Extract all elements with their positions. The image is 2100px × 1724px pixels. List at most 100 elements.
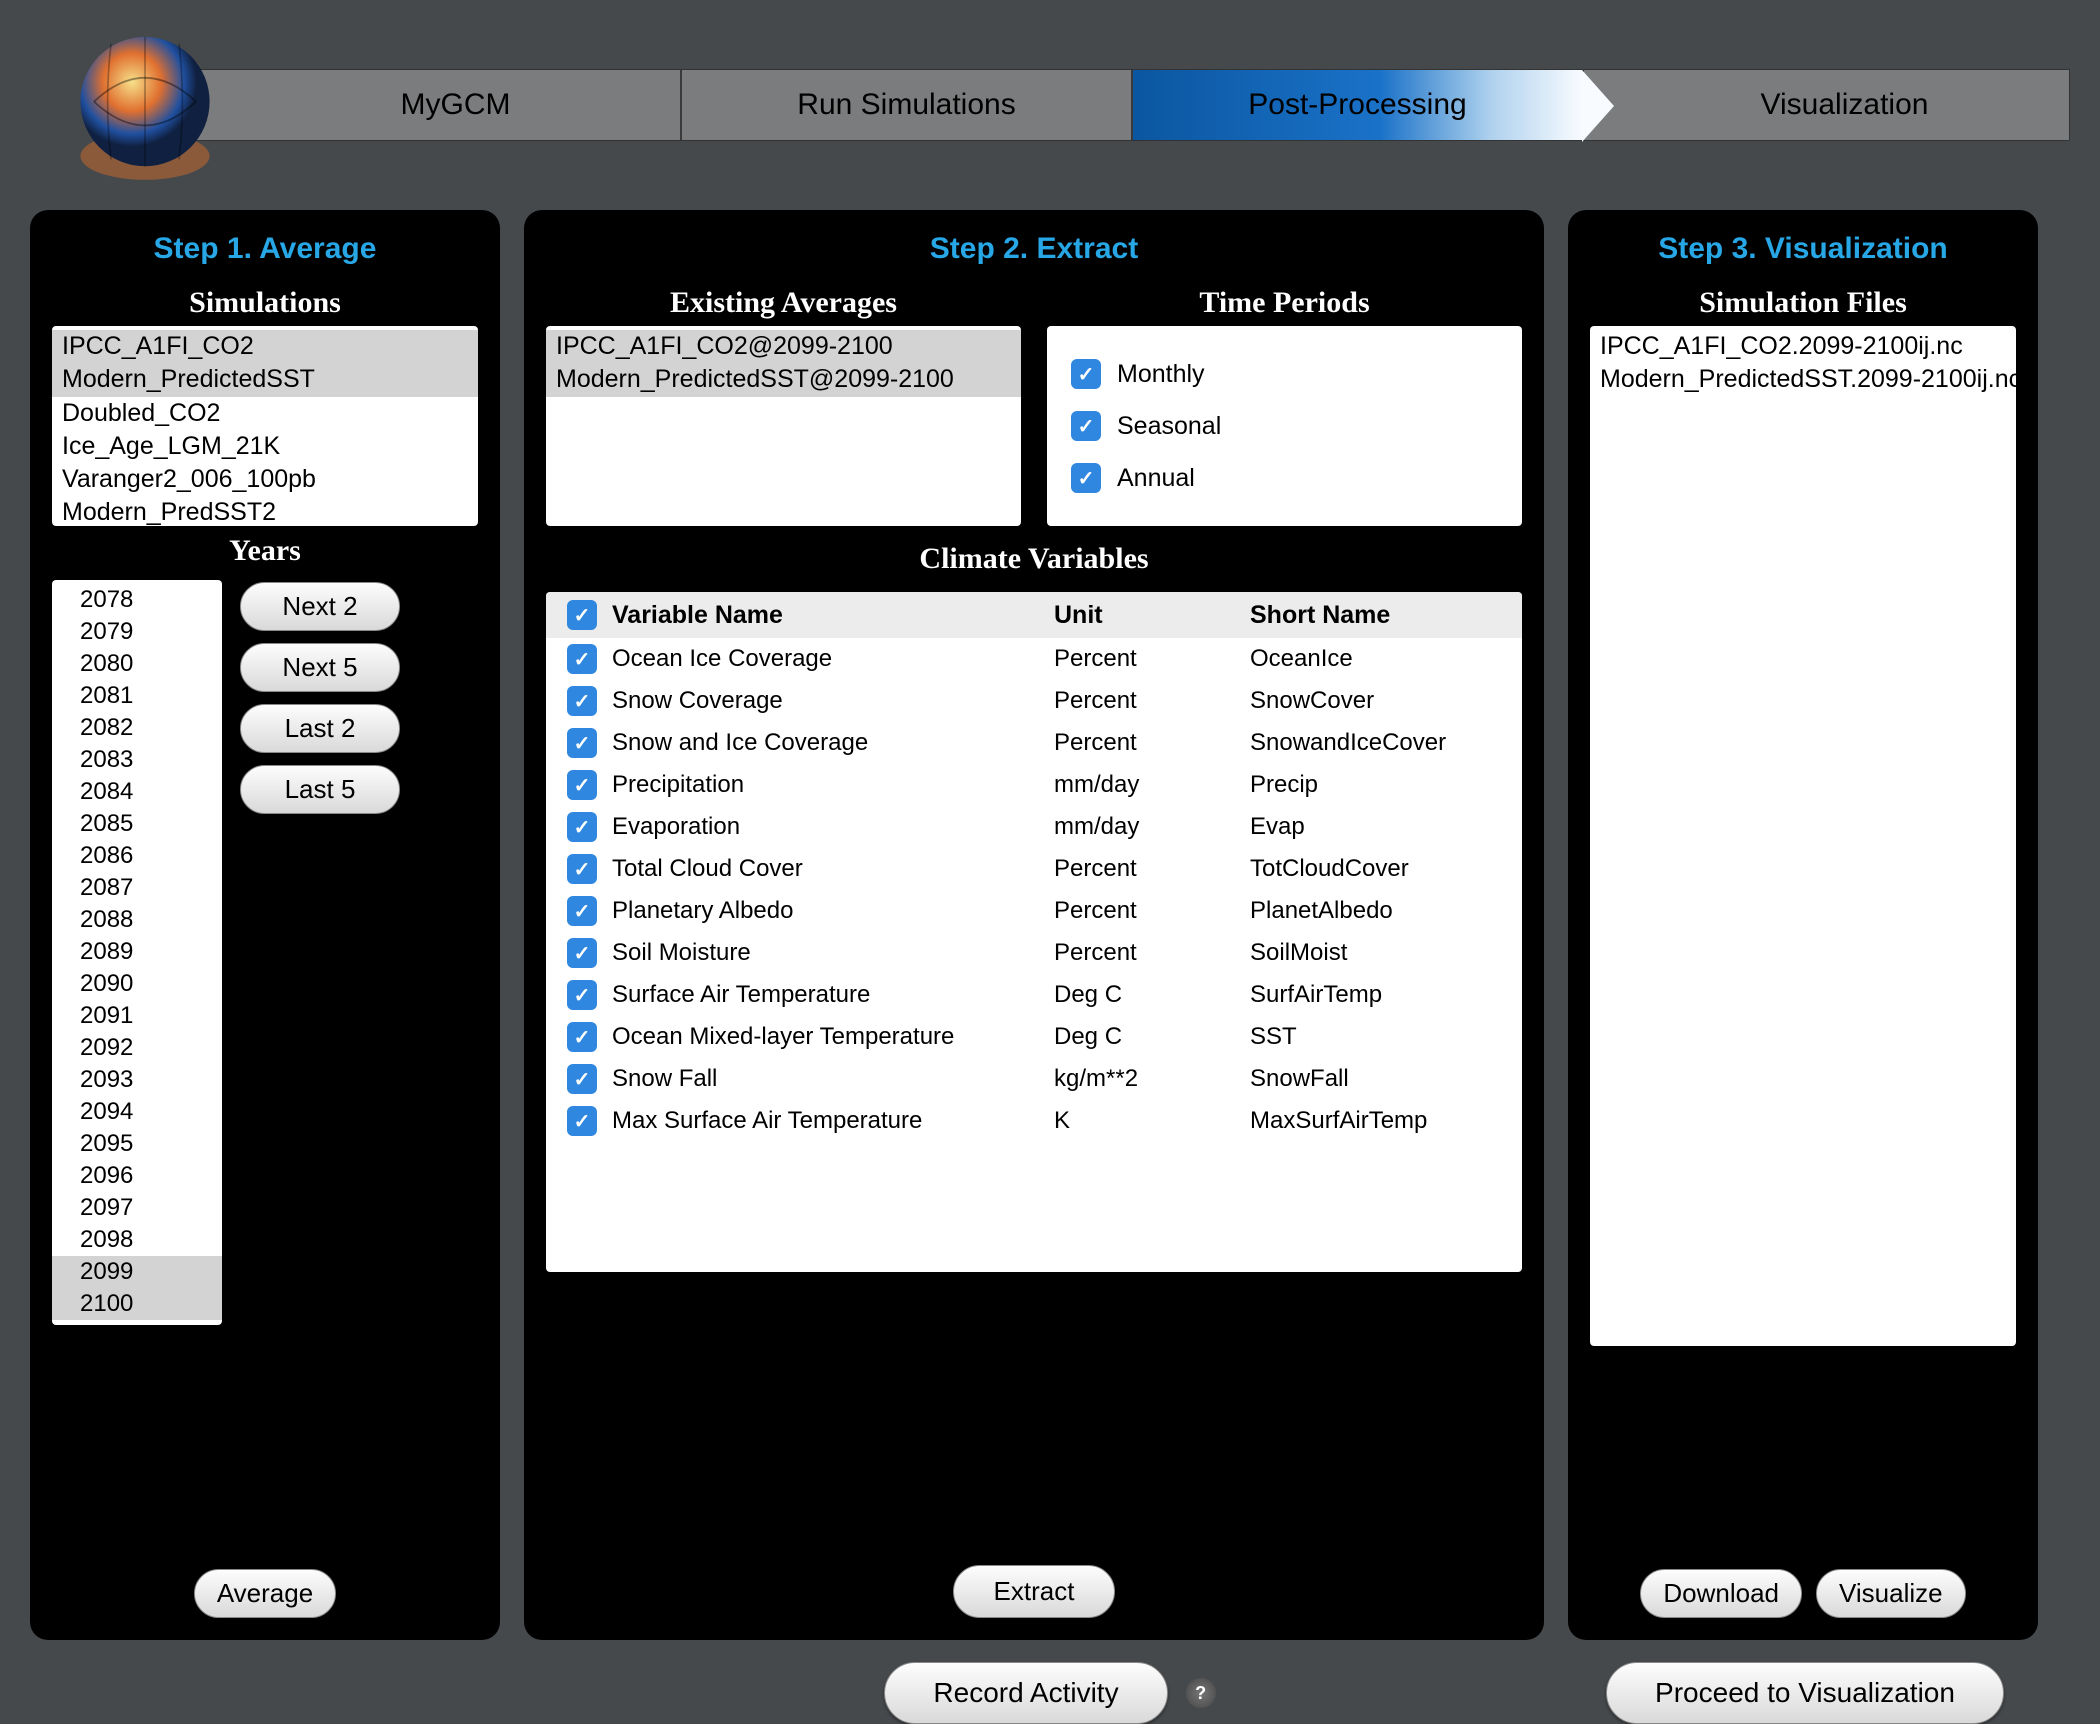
list-item[interactable]: 2097 xyxy=(52,1192,222,1224)
variable-unit: Percent xyxy=(1054,729,1244,757)
list-item[interactable]: Doubled_CO2 xyxy=(52,397,478,430)
next-5-button[interactable]: Next 5 xyxy=(240,643,400,692)
variable-unit: Percent xyxy=(1054,897,1244,925)
next-2-button[interactable]: Next 2 xyxy=(240,582,400,631)
list-item[interactable]: 2096 xyxy=(52,1160,222,1192)
nav-mygcm[interactable]: MyGCM xyxy=(171,70,682,140)
visualize-button[interactable]: Visualize xyxy=(1816,1569,1966,1618)
variable-unit: kg/m**2 xyxy=(1054,1065,1244,1093)
variable-unit: Percent xyxy=(1054,855,1244,883)
variable-short: PlanetAlbedo xyxy=(1250,897,1510,925)
list-item[interactable]: Ice_Age_LGM_21K xyxy=(52,430,478,463)
select-all-checkbox[interactable]: ✓ xyxy=(567,600,597,630)
checkbox[interactable]: ✓ xyxy=(567,728,597,758)
list-item[interactable]: 2094 xyxy=(52,1096,222,1128)
checkbox[interactable]: ✓ xyxy=(567,854,597,884)
download-button[interactable]: Download xyxy=(1640,1569,1802,1618)
variable-name: Total Cloud Cover xyxy=(612,855,1048,883)
average-button[interactable]: Average xyxy=(194,1569,336,1618)
list-item[interactable]: 2100 xyxy=(52,1288,222,1320)
list-item[interactable]: IPCC_A1FI_CO2 xyxy=(52,330,478,363)
time-period-label: Monthly xyxy=(1117,360,1205,389)
list-item[interactable]: Varanger2_006_100pb xyxy=(52,463,478,496)
variable-name: Ocean Mixed-layer Temperature xyxy=(612,1023,1048,1051)
variable-name: Evaporation xyxy=(612,813,1048,841)
panel-step1: Step 1. Average Simulations IPCC_A1FI_CO… xyxy=(30,210,500,1640)
last-2-button[interactable]: Last 2 xyxy=(240,704,400,753)
existing-averages-list[interactable]: IPCC_A1FI_CO2@2099-2100Modern_PredictedS… xyxy=(546,326,1021,526)
checkbox[interactable]: ✓ xyxy=(567,812,597,842)
list-item[interactable]: Modern_PredictedSST@2099-2100 xyxy=(546,363,1021,396)
list-item[interactable]: 2099 xyxy=(52,1256,222,1288)
list-item[interactable]: 2093 xyxy=(52,1064,222,1096)
list-item[interactable]: IPCC_A1FI_CO2@2099-2100 xyxy=(546,330,1021,363)
list-item[interactable]: 2092 xyxy=(52,1032,222,1064)
variable-name: Snow and Ice Coverage xyxy=(612,729,1048,757)
panel-step3: Step 3. Visualization Simulation Files I… xyxy=(1568,210,2038,1640)
variable-name: Ocean Ice Coverage xyxy=(612,645,1048,673)
list-item[interactable]: Modern_PredSST2 xyxy=(52,496,478,526)
checkbox[interactable]: ✓ xyxy=(1071,463,1101,493)
variable-short: Evap xyxy=(1250,813,1510,841)
list-item[interactable]: Modern_PredictedSST xyxy=(52,363,478,396)
extract-button[interactable]: Extract xyxy=(953,1565,1116,1618)
variable-unit: K xyxy=(1054,1107,1244,1135)
list-item[interactable]: 2088 xyxy=(52,904,222,936)
variable-unit: mm/day xyxy=(1054,771,1244,799)
variables-header-row: ✓ Variable Name Unit Short Name xyxy=(546,592,1522,638)
list-item[interactable]: Modern_PredictedSST.2099-2100ij.nc xyxy=(1590,363,2016,396)
list-item[interactable]: 2089 xyxy=(52,936,222,968)
checkbox[interactable]: ✓ xyxy=(567,644,597,674)
list-item[interactable]: 2081 xyxy=(52,680,222,712)
checkbox[interactable]: ✓ xyxy=(567,686,597,716)
nav-run-simulations[interactable]: Run Simulations xyxy=(682,70,1133,140)
variable-name: Soil Moisture xyxy=(612,939,1048,967)
checkbox[interactable]: ✓ xyxy=(567,1106,597,1136)
checkbox[interactable]: ✓ xyxy=(567,896,597,926)
list-item[interactable]: 2090 xyxy=(52,968,222,1000)
list-item[interactable]: 2098 xyxy=(52,1224,222,1256)
last-5-button[interactable]: Last 5 xyxy=(240,765,400,814)
list-item[interactable]: 2087 xyxy=(52,872,222,904)
nav-visualization[interactable]: Visualization xyxy=(1584,70,2069,140)
help-icon[interactable]: ? xyxy=(1186,1678,1216,1708)
variable-unit: Deg C xyxy=(1054,981,1244,1009)
variable-name: Snow Coverage xyxy=(612,687,1048,715)
list-item[interactable]: 2082 xyxy=(52,712,222,744)
record-activity-button[interactable]: Record Activity xyxy=(884,1662,1167,1724)
list-item[interactable]: 2091 xyxy=(52,1000,222,1032)
variable-short: SnowFall xyxy=(1250,1065,1510,1093)
list-item[interactable]: 2079 xyxy=(52,616,222,648)
variable-unit: Percent xyxy=(1054,687,1244,715)
col-variable-name: Variable Name xyxy=(612,601,1048,630)
panel-step2: Step 2. Extract Existing Averages IPCC_A… xyxy=(524,210,1544,1640)
simulation-files-list[interactable]: IPCC_A1FI_CO2.2099-2100ij.ncModern_Predi… xyxy=(1590,326,2016,1346)
list-item[interactable]: 2078 xyxy=(52,584,222,616)
nav-post-processing[interactable]: Post-Processing xyxy=(1133,70,1584,140)
proceed-to-visualization-button[interactable]: Proceed to Visualization xyxy=(1606,1662,2004,1724)
list-item[interactable]: 2086 xyxy=(52,840,222,872)
checkbox[interactable]: ✓ xyxy=(1071,359,1101,389)
variable-name: Planetary Albedo xyxy=(612,897,1048,925)
list-item[interactable]: 2084 xyxy=(52,776,222,808)
list-item[interactable]: 2080 xyxy=(52,648,222,680)
checkbox[interactable]: ✓ xyxy=(567,938,597,968)
checkbox[interactable]: ✓ xyxy=(567,980,597,1010)
years-list[interactable]: 2078207920802081208220832084208520862087… xyxy=(52,580,222,1325)
checkbox[interactable]: ✓ xyxy=(1071,411,1101,441)
table-row: ✓Ocean Ice CoveragePercentOceanIce xyxy=(546,638,1522,680)
table-row: ✓Snow and Ice CoveragePercentSnowandIceC… xyxy=(546,722,1522,764)
list-item[interactable]: 2095 xyxy=(52,1128,222,1160)
list-item[interactable]: 2085 xyxy=(52,808,222,840)
time-period-label: Annual xyxy=(1117,464,1195,493)
time-period-label: Seasonal xyxy=(1117,412,1221,441)
checkbox[interactable]: ✓ xyxy=(567,1064,597,1094)
checkbox[interactable]: ✓ xyxy=(567,770,597,800)
checkbox[interactable]: ✓ xyxy=(567,1022,597,1052)
table-row: ✓Surface Air TemperatureDeg CSurfAirTemp xyxy=(546,974,1522,1016)
list-item[interactable]: 2083 xyxy=(52,744,222,776)
variable-name: Surface Air Temperature xyxy=(612,981,1048,1009)
simulations-list[interactable]: IPCC_A1FI_CO2Modern_PredictedSSTDoubled_… xyxy=(52,326,478,526)
list-item[interactable]: IPCC_A1FI_CO2.2099-2100ij.nc xyxy=(1590,330,2016,363)
col-unit: Unit xyxy=(1054,601,1244,630)
